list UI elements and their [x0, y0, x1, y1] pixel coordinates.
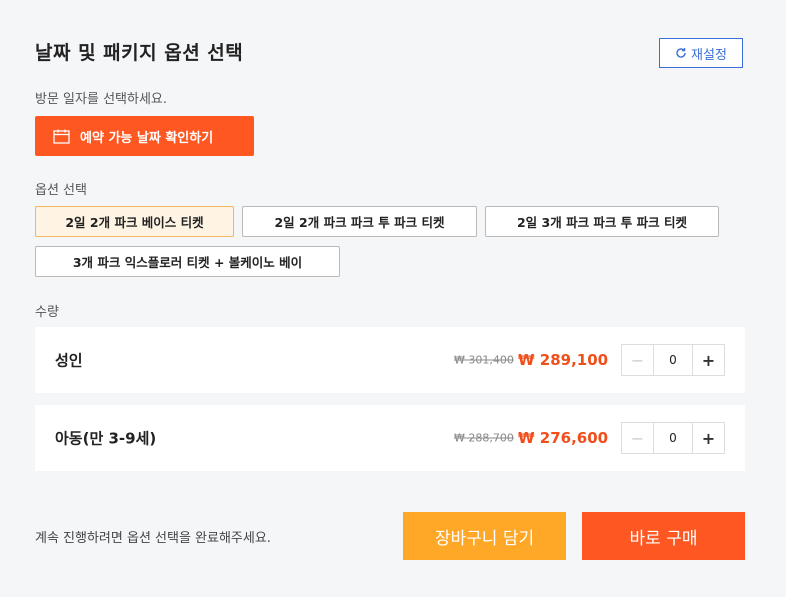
- calendar-icon: [53, 129, 70, 144]
- reset-label: 재설정: [691, 47, 727, 63]
- check-dates-button[interactable]: 예약 가능 날짜 확인하기: [35, 116, 254, 156]
- minus-icon[interactable]: −: [622, 423, 654, 453]
- option-2day-2park-base[interactable]: 2일 2개 파크 베이스 티켓: [35, 206, 234, 237]
- page-title: 날짜 및 패키지 옵션 선택: [35, 42, 244, 64]
- sale-price: ₩ 289,100: [518, 351, 609, 369]
- quantity-stepper: − 0 +: [621, 422, 725, 454]
- quantity-row-adult: 성인 ₩ 301,400 ₩ 289,100 − 0 +: [35, 327, 745, 393]
- quantity-value[interactable]: 0: [654, 345, 692, 375]
- buy-now-button[interactable]: 바로 구매: [582, 512, 745, 560]
- plus-icon[interactable]: +: [692, 345, 724, 375]
- quantity-row-child: 아동(만 3-9세) ₩ 288,700 ₩ 276,600 − 0 +: [35, 405, 745, 471]
- refresh-icon: [676, 48, 686, 58]
- quantity-value[interactable]: 0: [654, 423, 692, 453]
- footer-note: 계속 진행하려면 옵션 선택을 완료해주세요.: [35, 531, 271, 546]
- options-label: 옵션 선택: [35, 183, 87, 198]
- original-price: ₩ 288,700: [454, 431, 514, 445]
- plus-icon[interactable]: +: [692, 423, 724, 453]
- option-2day-2park-hopper[interactable]: 2일 2개 파크 파크 투 파크 티켓: [242, 206, 477, 237]
- quantity-label: 수량: [35, 305, 59, 320]
- quantity-stepper: − 0 +: [621, 344, 725, 376]
- row-label: 아동(만 3-9세): [55, 429, 157, 448]
- option-2day-3park-hopper[interactable]: 2일 3개 파크 파크 투 파크 티켓: [485, 206, 719, 237]
- reset-button[interactable]: 재설정: [659, 38, 743, 68]
- check-dates-label: 예약 가능 날짜 확인하기: [80, 130, 214, 146]
- date-instruction: 방문 일자를 선택하세요.: [35, 92, 167, 107]
- sale-price: ₩ 276,600: [518, 429, 609, 447]
- option-3park-explorer[interactable]: 3개 파크 익스플로러 티켓 + 볼케이노 베이: [35, 246, 340, 277]
- add-to-cart-button[interactable]: 장바구니 담기: [403, 512, 566, 560]
- row-label: 성인: [55, 351, 83, 370]
- minus-icon[interactable]: −: [622, 345, 654, 375]
- original-price: ₩ 301,400: [454, 353, 514, 367]
